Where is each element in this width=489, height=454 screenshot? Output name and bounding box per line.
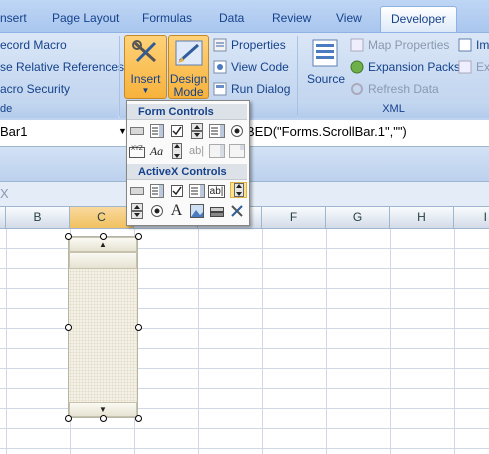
design-mode-button[interactable]: Design Mode (168, 35, 209, 99)
properties-button[interactable]: Properties (231, 38, 286, 52)
source-icon (310, 38, 340, 68)
view-code-button[interactable]: View Code (231, 60, 289, 74)
combo-drop-down-edit-icon (228, 143, 245, 159)
xml-group-title: XML (298, 101, 489, 118)
expansion-packs-icon (350, 60, 364, 74)
grid-line (6, 229, 7, 454)
insert-button[interactable]: Insert ▼ (124, 35, 167, 99)
scroll-thumb[interactable] (69, 252, 137, 269)
run-dialog-icon (213, 82, 227, 96)
import-button[interactable]: Im (476, 38, 489, 52)
tab-review[interactable]: Review (272, 8, 311, 28)
resize-handle[interactable] (135, 324, 142, 331)
list-box-icon[interactable] (188, 183, 205, 199)
export-icon (458, 60, 472, 74)
tab-data[interactable]: Data (219, 8, 244, 28)
column-header-i[interactable]: I (454, 207, 489, 228)
insert-tools-icon (132, 40, 157, 63)
tab-insert[interactable]: nsert (0, 8, 27, 28)
column-header-h[interactable]: H (390, 207, 454, 228)
resize-handle[interactable] (100, 233, 107, 240)
more-controls-icon[interactable] (228, 203, 245, 219)
text-field-icon: ab| (188, 145, 205, 157)
name-box[interactable]: Bar1 (0, 122, 122, 142)
combo-list-edit-icon (208, 143, 225, 159)
scroll-bar-icon[interactable] (230, 182, 247, 198)
export-button[interactable]: Ex (476, 60, 489, 74)
insert-label: Insert (130, 72, 161, 86)
group-box-icon[interactable]: XYZ (128, 143, 145, 159)
tab-page-layout[interactable]: Page Layout (52, 8, 119, 28)
image-icon[interactable] (188, 203, 205, 219)
activex-controls-header: ActiveX Controls (127, 164, 247, 180)
grid-line (326, 229, 327, 454)
svg-text:XYZ: XYZ (131, 145, 143, 152)
macro-security-button[interactable]: acro Security (0, 82, 70, 96)
option-button-icon[interactable] (228, 123, 245, 139)
code-group-title: de (0, 101, 118, 118)
grid-line (262, 229, 263, 454)
refresh-data-button[interactable]: Refresh Data (368, 82, 439, 96)
grid-line (198, 229, 199, 454)
button-icon[interactable] (128, 123, 145, 139)
combo-box-icon[interactable] (148, 123, 165, 139)
tab-developer[interactable]: Developer (380, 6, 457, 33)
check-box-icon[interactable] (168, 123, 185, 139)
design-label: Design (169, 72, 208, 86)
column-header-b[interactable]: B (6, 207, 70, 228)
run-dialog-button[interactable]: Run Dialog (231, 82, 290, 96)
resize-handle[interactable] (65, 324, 72, 331)
spin-button-icon[interactable] (128, 203, 145, 219)
import-icon (458, 38, 472, 52)
option-button-icon[interactable] (148, 203, 165, 219)
spin-button-icon[interactable] (188, 123, 205, 139)
ribbon-tab-bar: nsert Page Layout Formulas Data Review V… (0, 0, 489, 33)
tab-formulas[interactable]: Formulas (142, 8, 192, 28)
command-button-icon[interactable] (128, 183, 145, 199)
chevron-down-icon: ▼ (141, 86, 150, 95)
resize-handle[interactable] (135, 233, 142, 240)
label-icon[interactable]: A (168, 202, 185, 219)
check-box-icon[interactable] (168, 183, 185, 199)
view-code-icon (213, 60, 227, 74)
column-header-f[interactable]: F (262, 207, 326, 228)
grid-line (390, 229, 391, 454)
map-properties-icon (350, 38, 364, 52)
resize-handle[interactable] (135, 415, 142, 422)
source-button[interactable]: Source (307, 72, 345, 86)
tab-view[interactable]: View (336, 8, 362, 28)
column-header-c[interactable]: C (70, 207, 134, 228)
design-mode-icon (175, 40, 203, 66)
toggle-button-icon[interactable] (208, 203, 225, 219)
expansion-packs-button[interactable]: Expansion Packs (368, 60, 460, 74)
use-relative-references-button[interactable]: se Relative References (0, 60, 124, 74)
scroll-bar-icon[interactable] (168, 143, 185, 159)
formula-input[interactable]: BED("Forms.ScrollBar.1","") (246, 122, 407, 142)
refresh-data-icon (350, 82, 364, 96)
resize-handle[interactable] (100, 415, 107, 422)
map-properties-button[interactable]: Map Properties (368, 38, 449, 52)
label-icon[interactable]: Aa (148, 143, 165, 159)
record-macro-button[interactable]: ecord Macro (0, 38, 67, 52)
resize-handle[interactable] (65, 415, 72, 422)
grid-line (454, 229, 455, 454)
column-header-g[interactable]: G (326, 207, 390, 228)
text-box-icon[interactable]: ab| (207, 183, 226, 199)
list-box-icon[interactable] (208, 123, 225, 139)
form-controls-header: Form Controls (127, 104, 247, 120)
sheet-band-text: X (0, 186, 9, 201)
combo-box-icon[interactable] (148, 183, 165, 199)
resize-handle[interactable] (65, 233, 72, 240)
properties-icon (213, 38, 227, 52)
mode-label: Mode (173, 85, 204, 99)
